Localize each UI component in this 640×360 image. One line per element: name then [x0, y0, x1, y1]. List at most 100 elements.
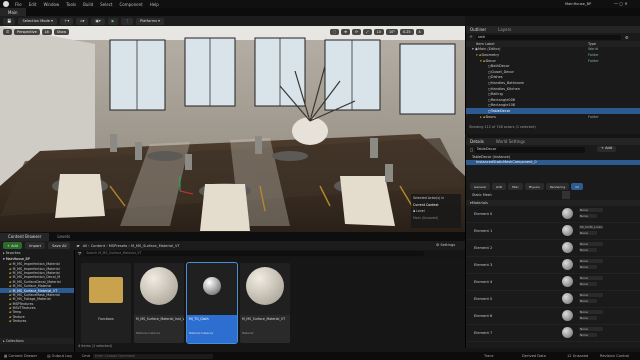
material-dropdown[interactable]: None — [579, 292, 603, 297]
scale-tool-icon[interactable]: ⤢ — [362, 29, 372, 35]
asset-tile[interactable]: M_MS_Surface_Material_Inst_VT Material In… — [134, 263, 184, 343]
snap-angle-button[interactable]: 10° — [385, 29, 398, 35]
platforms-button[interactable]: Platforms ▾ — [136, 17, 164, 25]
outliner-row[interactable]: ▸ ▰ Doors Folder — [466, 114, 640, 120]
menu-edit[interactable]: Edit — [29, 2, 37, 7]
material-sub-dropdown[interactable]: None — [579, 298, 597, 303]
filter-misc[interactable]: Misc — [508, 183, 523, 191]
unsaved-button[interactable]: 12 Unsaved — [567, 354, 588, 358]
filter-all[interactable]: All — [571, 183, 583, 191]
unreal-logo-icon[interactable] — [3, 1, 9, 7]
rotate-tool-icon[interactable]: ⟳ — [352, 29, 361, 35]
material-sub-dropdown[interactable]: None — [579, 213, 597, 218]
tab-outliner[interactable]: Outliner — [470, 27, 486, 32]
folder-tree-item[interactable]: ▰ Textures — [0, 319, 74, 323]
save-button[interactable]: 💾 — [3, 17, 16, 25]
menu-window[interactable]: Window — [43, 2, 59, 7]
move-tool-icon[interactable]: ✥ — [341, 29, 351, 35]
content-drawer-button[interactable]: ▦ Content Drawer — [4, 354, 37, 358]
breadcrumb-item[interactable]: M_MS_Surface_Material_VT — [131, 244, 180, 248]
derived-data-button[interactable]: Derived Data — [522, 354, 546, 358]
output-log-button[interactable]: ▤ Output Log — [47, 354, 72, 358]
material-dropdown[interactable]: None — [579, 258, 603, 263]
menu-build[interactable]: Build — [83, 2, 93, 7]
material-thumbnail[interactable] — [562, 225, 573, 237]
tab-details[interactable]: Details — [470, 139, 484, 144]
filter-general[interactable]: General — [470, 183, 490, 191]
material-thumbnail[interactable] — [562, 208, 573, 220]
filter-physics[interactable]: Physics — [524, 183, 544, 191]
material-dropdown[interactable]: None — [579, 241, 603, 246]
material-sub-dropdown[interactable]: None — [579, 315, 597, 320]
viewport-menu-button[interactable]: ☰ — [3, 29, 13, 35]
material-thumbnail[interactable] — [562, 259, 573, 271]
material-sub-dropdown[interactable]: None — [579, 264, 597, 269]
material-dropdown[interactable]: None — [579, 326, 603, 331]
breadcrumb-item[interactable]: All — [83, 244, 87, 248]
snap-scale-button[interactable]: 0.25 — [399, 29, 414, 35]
window-controls[interactable]: — ▢ ✕ — [614, 1, 628, 6]
selection-mode-dropdown[interactable]: Selection Mode ▾ — [18, 17, 57, 25]
select-tool-icon[interactable]: ⬚ — [330, 29, 340, 35]
material-sub-dropdown[interactable]: None — [579, 332, 597, 337]
cb-add-button[interactable]: + Add — [3, 242, 23, 249]
cb-settings-button[interactable]: ⚙ Settings — [436, 243, 455, 247]
material-thumbnail[interactable] — [562, 327, 573, 339]
asset-tile[interactable]: Functions — [81, 263, 131, 343]
material-sub-dropdown[interactable]: None — [579, 281, 597, 286]
show-button[interactable]: Show — [53, 29, 70, 35]
console-input[interactable]: Enter Console Command — [92, 353, 213, 359]
material-dropdown[interactable]: None — [579, 207, 603, 212]
material-dropdown[interactable]: None — [579, 309, 603, 314]
asset-tile[interactable]: M_MS_Surface_Material_VT Material — [240, 263, 290, 343]
tab-levels[interactable]: Levels — [49, 233, 78, 241]
tab-main[interactable]: Main — [0, 8, 26, 16]
play-button[interactable]: ▶ — [107, 17, 119, 25]
revision-control-button[interactable]: Revision Control — [600, 354, 629, 358]
material-thumbnail[interactable] — [562, 242, 573, 254]
material-dropdown[interactable]: MI_Cloth_Linen — [579, 224, 603, 229]
camera-speed-button[interactable]: 4 — [415, 29, 424, 35]
menu-file[interactable]: File — [15, 2, 22, 7]
cmd-dropdown[interactable]: Cmd — [82, 354, 90, 358]
snap-grid-button[interactable]: 10 — [373, 29, 384, 35]
actor-name-field[interactable]: TableDecor — [474, 146, 585, 153]
material-thumbnail[interactable] — [562, 276, 573, 288]
add-actor-button[interactable]: ＋▾ — [59, 17, 74, 25]
material-thumbnail[interactable] — [562, 293, 573, 305]
breadcrumb-item[interactable]: MSPresets — [109, 244, 127, 248]
material-dropdown[interactable]: None — [579, 275, 603, 280]
outliner-search-input[interactable]: srch — [476, 34, 621, 40]
material-sub-dropdown[interactable]: None — [579, 247, 597, 252]
lit-button[interactable]: Lit — [41, 29, 52, 35]
menu-select[interactable]: Select — [100, 2, 112, 7]
add-component-button[interactable]: + Add — [597, 146, 617, 152]
col-type[interactable]: Type — [588, 42, 596, 46]
cb-save-all-button[interactable]: Save All — [48, 242, 71, 249]
add-filter-icon[interactable]: ＋ — [469, 34, 473, 40]
tab-layers[interactable]: Layers — [498, 27, 511, 32]
perspective-button[interactable]: Perspective — [14, 29, 40, 35]
filter-icon[interactable]: ⛛ — [78, 251, 81, 256]
tab-world-settings[interactable]: World Settings — [496, 139, 525, 144]
play-options-button[interactable]: ⋮ — [121, 17, 133, 25]
blueprint-button[interactable]: ⌂▾ — [76, 17, 89, 25]
menu-component[interactable]: Component — [119, 2, 142, 7]
cb-import-button[interactable]: Import — [25, 242, 46, 249]
outliner-settings-icon[interactable]: ⚙ — [625, 35, 629, 40]
col-item-label[interactable]: Item Label — [476, 42, 495, 46]
cinematics-button[interactable]: ▣▾ — [91, 17, 105, 25]
tab-content-browser[interactable]: Content Browser — [0, 232, 50, 241]
trace-button[interactable]: Trace — [484, 354, 494, 358]
material-thumbnail[interactable] — [562, 310, 573, 322]
asset-tile-selected[interactable]: MI_TG_Cloth Material Instance — [186, 262, 238, 344]
menu-tools[interactable]: Tools — [66, 2, 76, 7]
static-mesh-thumb[interactable] — [562, 191, 570, 200]
collections-header[interactable]: ▸ Collections — [0, 338, 74, 344]
level-viewport[interactable]: ☰ Perspective Lit Show ⬚ ✥ ⟳ ⤢ 10 10° 0.… — [0, 26, 465, 232]
breadcrumb-item[interactable]: Content — [91, 244, 105, 248]
material-sub-dropdown[interactable]: None — [579, 230, 597, 235]
filter-lod[interactable]: LOD — [491, 183, 507, 191]
filter-rendering[interactable]: Rendering — [545, 183, 570, 191]
menu-help[interactable]: Help — [150, 2, 159, 7]
